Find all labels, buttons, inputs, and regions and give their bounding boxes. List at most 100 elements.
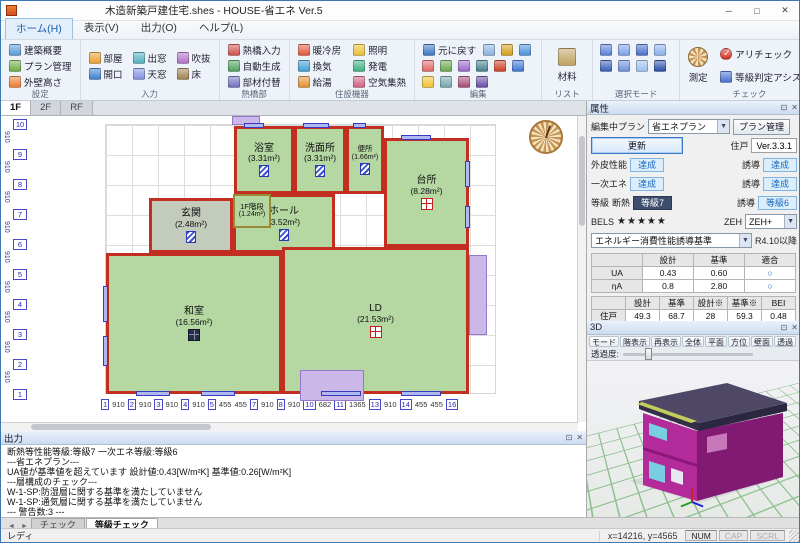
stretch-button[interactable] — [491, 58, 509, 74]
floor-tab-1f[interactable]: 1F — [1, 101, 31, 115]
floor-tab-2f[interactable]: 2F — [31, 101, 61, 115]
power-generation-button[interactable]: 発電 — [349, 58, 410, 74]
building-overview-button[interactable]: 建築概要 — [5, 42, 76, 58]
grid-spacing-label: 910 — [3, 221, 10, 233]
hscroll-thumb[interactable] — [31, 424, 211, 430]
select-measure-button[interactable] — [651, 58, 669, 74]
grade-assist-icon — [720, 71, 732, 83]
mirror-icon — [476, 60, 488, 72]
threed-tool-1[interactable]: 階表示 — [620, 336, 650, 347]
ventilation-button[interactable]: 換気 — [294, 58, 346, 74]
select-floor-button[interactable] — [651, 42, 669, 58]
select-wall-button[interactable] — [615, 42, 633, 58]
align-button[interactable] — [509, 58, 527, 74]
threed-tool-3[interactable]: 全体 — [682, 336, 704, 347]
output-pin-icon[interactable]: ⊡ — [566, 433, 573, 442]
room-washitsu[interactable]: 和室(16.56m²) — [106, 253, 282, 394]
room-tool-button[interactable]: 部屋 — [85, 50, 127, 66]
menu-view[interactable]: 表示(V) — [73, 17, 130, 39]
plan-manage-button[interactable]: プラン管理 — [733, 119, 790, 135]
grid-number-2: 2 — [13, 359, 27, 370]
atrium-tool-button[interactable]: 吹抜 — [173, 50, 215, 66]
delete-button[interactable] — [419, 58, 437, 74]
output-close-icon[interactable]: ✕ — [576, 433, 583, 442]
auto-generate-button[interactable]: 自動生成 — [224, 58, 285, 74]
threed-tool-0[interactable]: モード — [589, 336, 619, 347]
heating-cooling-button[interactable]: 暖冷房 — [294, 42, 346, 58]
threed-tool-4[interactable]: 平面 — [705, 336, 727, 347]
paste-button[interactable] — [516, 42, 534, 58]
room-bathroom[interactable]: 浴室(3.31m²) — [234, 126, 294, 194]
menu-home[interactable]: ホーム(H) — [5, 18, 73, 39]
compass-rose — [529, 120, 563, 154]
threed-close-icon[interactable]: ✕ — [791, 323, 798, 332]
copy-button[interactable] — [498, 42, 516, 58]
compass-needle-icon — [545, 125, 551, 138]
threed-tool-7[interactable]: 透過 — [774, 336, 796, 347]
ari-check-button[interactable]: アリチェック — [716, 46, 800, 62]
update-row: 更新 住戸 Ver.3.3.1 — [591, 136, 797, 155]
dark-marker-icon — [188, 329, 200, 341]
mirror-button[interactable] — [473, 58, 491, 74]
update-button[interactable]: 更新 — [591, 137, 683, 154]
menu-help[interactable]: ヘルプ(L) — [188, 17, 254, 39]
dimension-label: 910 — [166, 400, 179, 409]
output-line-2: UA値が基準値を超えています 設計値:0.43[W/m²K] 基準値:0.26[… — [7, 467, 580, 477]
grid-number-7: 7 — [13, 209, 27, 220]
threed-tool-5[interactable]: 方位 — [728, 336, 750, 347]
skylight-tool-button[interactable]: 天窓 — [129, 66, 171, 82]
ribbon-group-label: 編集 — [415, 88, 541, 100]
rotate-button[interactable] — [455, 58, 473, 74]
room-washroom[interactable]: 洗面所(3.31m²) — [294, 126, 346, 194]
select-roof-icon — [600, 60, 612, 72]
standard-select[interactable]: エネルギー消費性能誘導基準▼ — [591, 233, 752, 248]
select-roof-button[interactable] — [597, 58, 615, 74]
building-overview-icon — [9, 44, 21, 56]
threed-tool-6[interactable]: 壁面 — [751, 336, 773, 347]
undo-button[interactable]: 元に戻す — [419, 42, 480, 58]
floor-tab-rf[interactable]: RF — [61, 101, 93, 115]
select-opening-button[interactable] — [633, 42, 651, 58]
threed-viewport[interactable] — [587, 360, 800, 517]
measure-button[interactable]: 測定 — [684, 45, 712, 86]
select-region-button[interactable] — [633, 58, 651, 74]
plan-canvas[interactable]: 1910291039104910545545579108910106821113… — [1, 116, 578, 422]
select-room-button[interactable] — [597, 42, 615, 58]
material-list-button[interactable]: 材料 — [546, 46, 588, 86]
threed-tool-2[interactable]: 再表示 — [651, 336, 681, 347]
vscroll-thumb[interactable] — [579, 136, 585, 226]
maximize-button[interactable]: □ — [743, 1, 771, 20]
primary-energy-row: 一次エネ 達成 誘導 達成 — [591, 174, 797, 193]
zeh-select[interactable]: ZEH+▼ — [745, 214, 797, 229]
room-entrance[interactable]: 玄関(2.48m²) — [149, 198, 233, 253]
grade-assist-button[interactable]: 等級判定アシスト — [716, 69, 800, 85]
plan-vscrollbar[interactable] — [577, 116, 586, 422]
lighting-button[interactable]: 照明 — [349, 42, 410, 58]
bay-window-tool-button[interactable]: 出窓 — [129, 50, 171, 66]
attributes-pin-icon[interactable]: ⊡ — [781, 103, 788, 112]
menu-output[interactable]: 出力(O) — [130, 17, 188, 39]
attributes-close-icon[interactable]: ✕ — [791, 103, 798, 112]
move-button[interactable] — [437, 58, 455, 74]
room-toilet[interactable]: 便所(1.66m²) — [346, 126, 384, 194]
thermal-bridge-input-button[interactable]: 熱橋入力 — [224, 42, 285, 58]
opacity-slider-thumb[interactable] — [645, 348, 652, 360]
select-equipment-button[interactable] — [615, 58, 633, 74]
material-list-icon — [558, 48, 576, 66]
opening-tool-button[interactable]: 開口 — [85, 66, 127, 82]
primary-energy-label: 一次エネ — [591, 177, 627, 190]
floor-tool-button[interactable]: 床 — [173, 66, 215, 82]
close-button[interactable]: ✕ — [771, 1, 799, 20]
resize-grip[interactable] — [789, 530, 800, 542]
plan-management-button[interactable]: プラン管理 — [5, 58, 76, 74]
plan-select[interactable]: 省エネプラン▼ — [648, 119, 730, 134]
room-stairs[interactable]: 1F階段(1.24m²) — [233, 194, 271, 228]
room-kitchen[interactable]: 台所(8.28m²) — [384, 138, 469, 247]
standard-select-value: エネルギー消費性能誘導基準 — [595, 234, 712, 247]
minimize-button[interactable]: ─ — [715, 1, 743, 20]
threed-pin-icon[interactable]: ⊡ — [781, 323, 788, 332]
opacity-slider[interactable] — [623, 353, 753, 356]
window-marker-5 — [465, 206, 470, 228]
envelope-guide-badge: 達成 — [763, 158, 797, 172]
redo-button[interactable] — [480, 42, 498, 58]
